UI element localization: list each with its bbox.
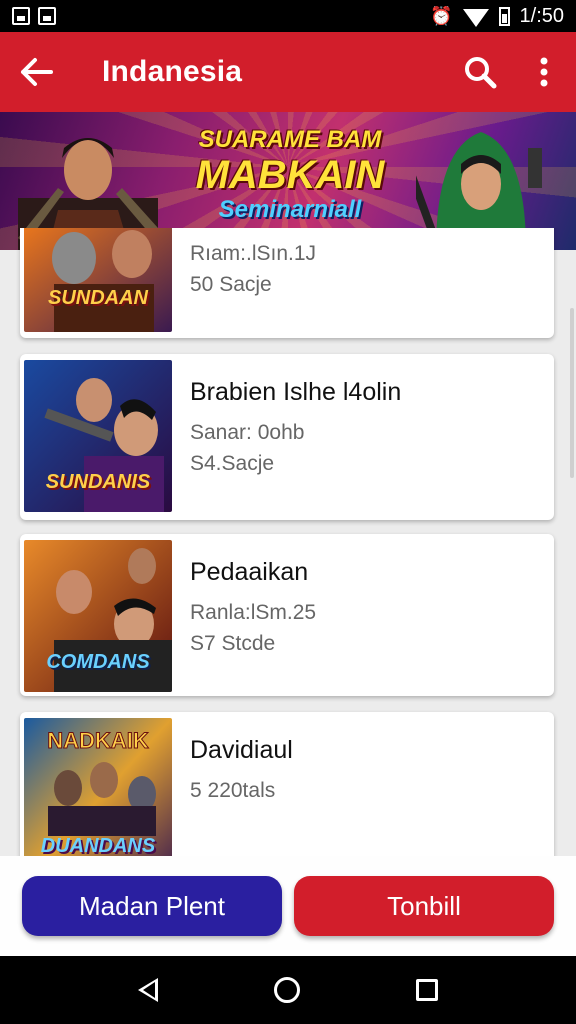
- system-nav-bar: [0, 956, 576, 1024]
- nav-back-icon[interactable]: [138, 978, 158, 1002]
- list-item-meta: Sanar: 0ohb: [190, 421, 305, 444]
- list-item-info: Pedaaikan Ranla:lSm.25 S7 Stcde: [190, 558, 316, 659]
- list-item-title: Davidiaul: [190, 736, 293, 764]
- search-icon[interactable]: [448, 32, 512, 112]
- gallery-notification-icon: [12, 7, 30, 25]
- list-item[interactable]: SUNDANIS Brabien Islhe l4olin Sanar: 0oh…: [20, 354, 554, 520]
- bottom-action-bar: Madan Plent Tonbill: [0, 856, 576, 956]
- list-item-thumbnail: COMDANS: [24, 540, 172, 692]
- list-item-meta: Ranla:lSm.25: [190, 601, 317, 624]
- status-bar: ⏰ 1/:50: [0, 0, 576, 32]
- banner-line-2: MABKAIN: [195, 153, 385, 197]
- list-item[interactable]: SUNDAAN Rıam:.lSın.1J 50 Sacje: [20, 228, 554, 338]
- list-item-meta: S4.Sacje: [190, 452, 275, 475]
- game-list: SUNDAAN Rıam:.lSın.1J 50 Sacje SUNDANIS: [0, 228, 576, 856]
- status-left: [12, 7, 56, 25]
- list-item-meta: Rıam:.lSın.1J: [190, 242, 317, 265]
- banner-line-1: SUARAME BAM: [198, 126, 382, 153]
- list-item-thumbnail-title: COMDANS: [46, 651, 150, 673]
- svg-text:NADKAIK: NADKAIK: [47, 728, 149, 753]
- banner-title: SUARAME BAM MABKAIN Seminarniall: [170, 126, 410, 224]
- list-item-meta: S7 Stcde: [190, 632, 276, 655]
- alarm-icon: ⏰: [430, 5, 453, 26]
- nav-home-icon[interactable]: [274, 977, 300, 1003]
- app-bar: Indanesia: [0, 32, 576, 112]
- list-item-thumbnail-title: SUNDANIS: [45, 471, 151, 493]
- list-item-thumbnail: SUNDAAN: [24, 228, 172, 332]
- list-item-thumbnail-title: SUNDAAN: [48, 287, 148, 309]
- list-item-thumbnail: NADKAIK DUANDANS: [24, 718, 172, 856]
- list-item-thumbnail-title: DUANDANS: [40, 835, 156, 856]
- status-right: ⏰ 1/:50: [430, 5, 564, 28]
- page-title: Indanesia: [102, 55, 243, 88]
- secondary-action-button[interactable]: Tonbill: [294, 876, 554, 936]
- banner-line-3: Seminarniall: [218, 196, 362, 223]
- more-vert-icon[interactable]: [512, 32, 576, 112]
- list-item-title: Brabien Islhe l4olin: [190, 378, 402, 406]
- app-bar-actions: [448, 32, 576, 112]
- scrollbar[interactable]: [570, 308, 574, 478]
- list-item-info: Rıam:.lSın.1J 50 Sacje: [190, 238, 316, 300]
- list-item-thumbnail: SUNDANIS: [24, 360, 172, 512]
- list-item[interactable]: COMDANS Pedaaikan Ranla:lSm.25 S7 Stcde: [20, 534, 554, 696]
- back-arrow-icon[interactable]: [0, 32, 72, 112]
- nav-recent-icon[interactable]: [416, 979, 438, 1001]
- battery-icon: [498, 6, 510, 26]
- image-notification-icon: [38, 7, 56, 25]
- list-item-info: Brabien Islhe l4olin Sanar: 0ohb S4.Sacj…: [190, 378, 401, 479]
- list-item-title: Pedaaikan: [190, 558, 309, 586]
- list-item-info: Davidiaul 5 220tals: [190, 736, 293, 806]
- screen: ⏰ 1/:50 Indanesia SUARAME BAM MABKAIN Se…: [0, 0, 576, 1024]
- wifi-icon: [462, 9, 489, 27]
- list-item-meta: 50 Sacje: [190, 273, 272, 296]
- list-item-meta: 5 220tals: [190, 779, 276, 802]
- status-time: 1/:50: [519, 4, 564, 27]
- primary-action-button[interactable]: Madan Plent: [22, 876, 282, 936]
- list-item[interactable]: NADKAIK DUANDANS Davidiaul 5 220tals: [20, 712, 554, 856]
